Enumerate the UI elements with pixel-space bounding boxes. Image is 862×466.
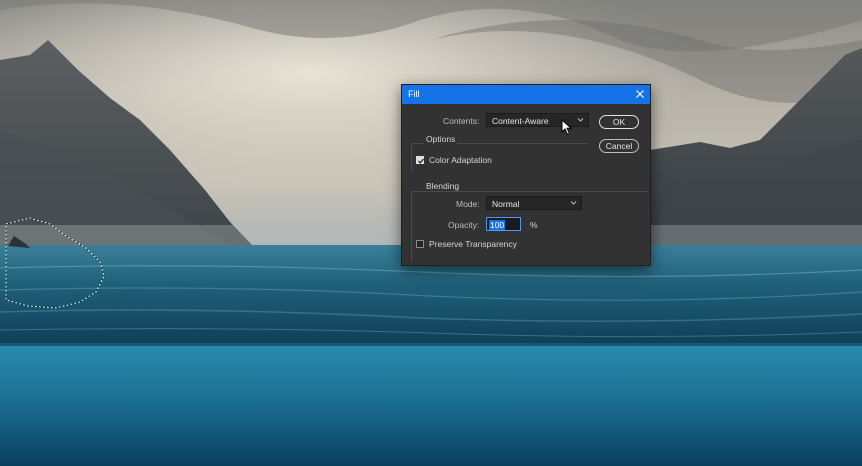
ok-button[interactable]: OK [599,115,639,129]
mouse-pointer-icon [561,119,573,136]
contents-dropdown[interactable]: Content-Aware [486,113,589,127]
blending-heading: Blending [424,181,462,191]
opacity-label: Opacity: [448,220,480,230]
preserve-transparency-label: Preserve Transparency [429,239,517,249]
preserve-transparency-checkbox[interactable] [416,240,424,248]
mode-value: Normal [492,199,520,209]
canvas: Fill Contents: Content-Aware OK Cancel O… [0,0,862,466]
dialog-title: Fill [408,89,420,99]
color-adaptation-checkbox[interactable] [416,156,424,164]
opacity-unit: % [530,220,538,230]
mode-dropdown[interactable]: Normal [486,196,582,210]
checkmark-icon [418,158,424,164]
cancel-button[interactable]: Cancel [599,139,639,153]
color-adaptation-label: Color Adaptation [429,155,492,165]
chevron-down-icon [570,201,577,205]
dialog-titlebar[interactable]: Fill [402,85,650,104]
contents-value: Content-Aware [492,116,549,126]
fill-dialog: Fill Contents: Content-Aware OK Cancel O… [401,84,651,266]
contents-label: Contents: [443,116,480,126]
chevron-down-icon [577,118,584,122]
opacity-input[interactable]: 100 [486,217,521,231]
close-icon[interactable] [634,88,646,100]
options-heading: Options [424,134,458,144]
opacity-value: 100 [489,220,506,230]
mode-label: Mode: [456,199,480,209]
